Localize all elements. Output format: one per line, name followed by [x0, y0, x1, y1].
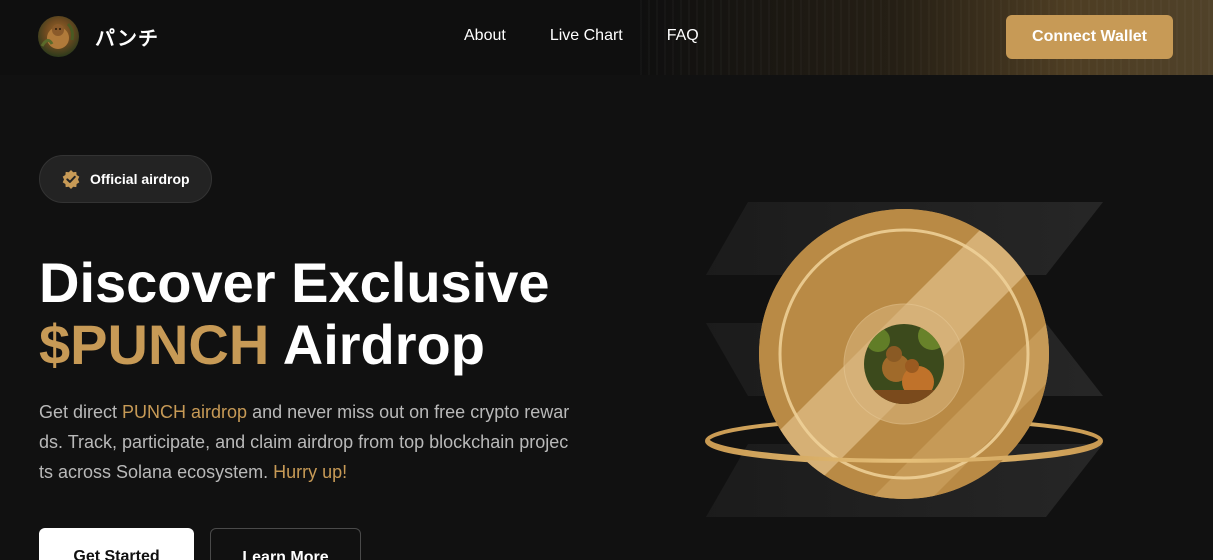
verified-badge-icon — [62, 170, 80, 189]
hero-title-rest: Airdrop — [269, 313, 485, 376]
hero-description: Get direct PUNCH airdrop and never miss … — [39, 397, 571, 487]
hero-title-accent: $PUNCH — [39, 313, 270, 376]
hero-coin-illustration — [700, 190, 1113, 560]
nav-link-faq[interactable]: FAQ — [667, 27, 699, 45]
hero-desc-accent2: Hurry up! — [273, 462, 348, 482]
nav-link-about[interactable]: About — [464, 27, 506, 45]
hero-desc-part1: Get direct — [39, 402, 123, 422]
hero-title: Discover Exclusive $PUNCH Airdrop — [39, 252, 639, 376]
badge-label: Official airdrop — [90, 171, 190, 187]
official-airdrop-badge: Official airdrop — [39, 155, 212, 203]
connect-wallet-button[interactable]: Connect Wallet — [1006, 15, 1173, 59]
hero-title-line1: Discover Exclusive — [39, 251, 550, 314]
main-nav: About Live Chart FAQ — [464, 27, 699, 45]
learn-more-button[interactable]: Learn More — [210, 528, 361, 560]
nav-link-live-chart[interactable]: Live Chart — [550, 27, 623, 45]
hero-desc-accent1: PUNCH airdrop — [122, 402, 248, 422]
navbar: パンチ About Live Chart FAQ Connect Wallet — [0, 0, 1213, 75]
brand-name: パンチ — [95, 26, 159, 50]
get-started-button[interactable]: Get Started — [39, 528, 194, 560]
brand-logo[interactable]: パンチ — [38, 16, 159, 57]
monkey-avatar-icon — [38, 16, 79, 57]
